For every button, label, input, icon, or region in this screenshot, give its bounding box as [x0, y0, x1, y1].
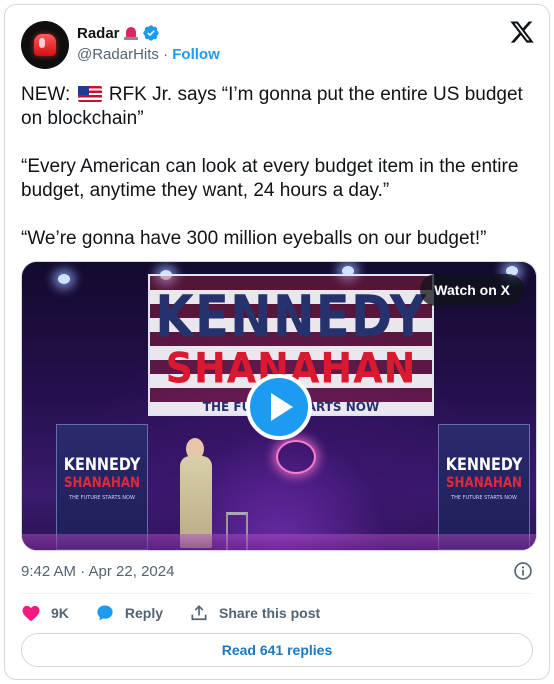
side-sign-right: KENNEDY SHANAHAN THE FUTURE STARTS NOW [438, 424, 530, 550]
follow-button[interactable]: Follow [172, 46, 220, 63]
separator: · [163, 46, 169, 63]
share-button[interactable]: Share this post [189, 603, 320, 623]
sign-line-2: SHANAHAN [63, 475, 141, 491]
info-icon[interactable] [513, 561, 533, 581]
reply-bubble-icon [97, 605, 113, 621]
tweet-prefix: NEW: [21, 84, 71, 105]
siren-icon [34, 34, 56, 56]
share-upload-icon [191, 605, 207, 621]
neon-sign [276, 440, 316, 474]
reply-button[interactable]: Reply [95, 603, 163, 623]
avatar[interactable] [21, 21, 69, 69]
banner-line-1: KENNEDY [155, 283, 427, 351]
tweet-paragraph-2: “Every American can look at every budget… [21, 156, 519, 201]
x-logo-icon[interactable] [509, 19, 535, 45]
stage-floor [22, 534, 536, 550]
action-bar: 9K Reply Share this post [21, 601, 346, 625]
video-player[interactable]: KENNEDY SHANAHAN THE FUTURE STARTS NOW K… [21, 261, 537, 551]
like-button[interactable]: 9K [21, 603, 69, 623]
read-replies-button[interactable]: Read 641 replies [21, 633, 533, 667]
play-button[interactable] [246, 374, 312, 440]
sign-line-3: THE FUTURE STARTS NOW [69, 495, 135, 501]
like-count: 9K [51, 605, 69, 621]
tweet-card: Radar @RadarHits · Follow NEW: RFK Jr. s… [4, 4, 550, 680]
sign-line-2: SHANAHAN [445, 475, 523, 491]
tweet-paragraph-1: NEW: RFK Jr. says “I’m gonna put the ent… [21, 83, 537, 131]
tweet-paragraph-3: “We’re gonna have 300 million eyeballs o… [21, 228, 487, 249]
verified-badge-icon [142, 25, 159, 41]
watch-on-x-button[interactable]: Watch on X [420, 274, 524, 306]
heart-icon [22, 605, 40, 621]
sign-line-3: THE FUTURE STARTS NOW [451, 495, 517, 501]
sign-line-1: KENNEDY [63, 455, 141, 475]
side-sign-left: KENNEDY SHANAHAN THE FUTURE STARTS NOW [56, 424, 148, 550]
name-row: Radar [77, 24, 160, 42]
divider [21, 593, 533, 594]
tweet-text: NEW: RFK Jr. says “I’m gonna put the ent… [21, 83, 537, 275]
stage-light [58, 274, 70, 284]
reply-label: Reply [124, 605, 164, 621]
timestamp[interactable]: 9:42 AM · Apr 22, 2024 [21, 563, 174, 580]
handle[interactable]: @RadarHits [77, 46, 159, 63]
siren-emoji-icon [123, 25, 139, 41]
sign-line-1: KENNEDY [445, 455, 523, 475]
handle-row: @RadarHits · Follow [77, 46, 220, 63]
share-label: Share this post [219, 605, 321, 621]
us-flag-icon [77, 86, 102, 102]
display-name[interactable]: Radar [77, 25, 120, 42]
